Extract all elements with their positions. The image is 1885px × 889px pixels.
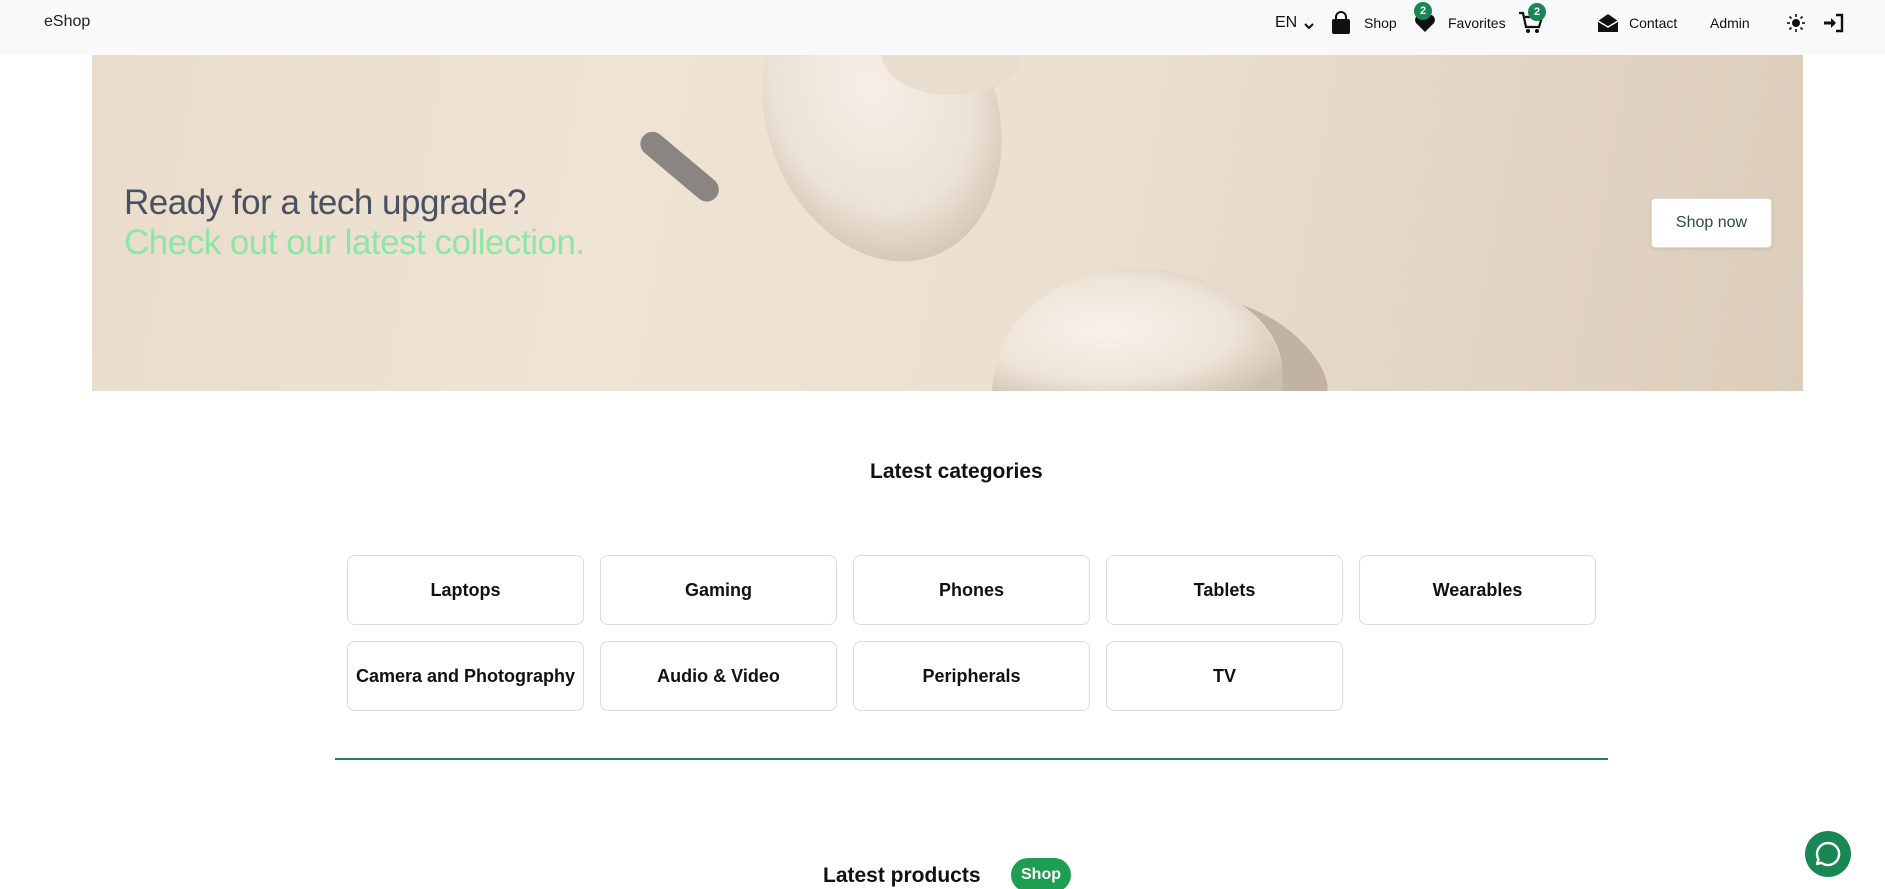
- contact-label: Contact: [1629, 14, 1678, 31]
- products-title: Latest products: [823, 864, 981, 887]
- theme-toggle[interactable]: [1787, 0, 1805, 45]
- favorites-label: Favorites: [1448, 14, 1506, 31]
- shop-now-button[interactable]: Shop now: [1651, 198, 1772, 248]
- sun-icon: [1787, 13, 1805, 32]
- category-audio-video[interactable]: Audio & Video: [600, 641, 837, 711]
- products-shop-button[interactable]: Shop: [1011, 858, 1071, 889]
- sign-in-icon: [1823, 13, 1845, 33]
- language-label: EN: [1275, 13, 1298, 31]
- chevron-down-icon: [1304, 18, 1314, 30]
- login-button[interactable]: [1823, 0, 1845, 45]
- cart-count-badge: 2: [1528, 3, 1546, 21]
- shop-label: Shop: [1364, 14, 1397, 31]
- category-phones[interactable]: Phones: [853, 555, 1090, 625]
- category-camera-photography[interactable]: Camera and Photography: [347, 641, 584, 711]
- category-tablets[interactable]: Tablets: [1106, 555, 1343, 625]
- language-select[interactable]: EN: [1275, 0, 1314, 45]
- category-wearables[interactable]: Wearables: [1359, 555, 1596, 625]
- favorites-count-badge: 2: [1414, 2, 1432, 20]
- category-laptops[interactable]: Laptops: [347, 555, 584, 625]
- categories-title: Latest categories: [870, 460, 1043, 483]
- category-peripherals[interactable]: Peripherals: [853, 641, 1090, 711]
- cart-link[interactable]: 2: [1518, 0, 1546, 45]
- section-divider: [335, 758, 1608, 760]
- shop-link[interactable]: Shop: [1330, 0, 1397, 45]
- admin-label: Admin: [1710, 14, 1750, 31]
- category-gaming[interactable]: Gaming: [600, 555, 837, 625]
- envelope-open-icon: [1597, 12, 1619, 34]
- hero-title: Ready for a tech upgrade?: [124, 183, 526, 222]
- category-tv[interactable]: TV: [1106, 641, 1343, 711]
- chat-bubble-icon: [1814, 840, 1842, 868]
- shopping-bag-icon: [1330, 10, 1352, 35]
- chat-button[interactable]: [1805, 831, 1851, 877]
- navbar: eShop EN Shop 2 Favorites 2 Contact Admi…: [0, 0, 1885, 55]
- contact-link[interactable]: Contact: [1597, 0, 1677, 45]
- hero-banner: Ready for a tech upgrade? Check out our …: [92, 55, 1803, 391]
- brand-logo[interactable]: eShop: [44, 13, 90, 31]
- favorites-link[interactable]: 2 Favorites: [1414, 0, 1506, 45]
- hero-subtitle: Check out our latest collection.: [124, 223, 585, 262]
- admin-link[interactable]: Admin: [1710, 0, 1750, 45]
